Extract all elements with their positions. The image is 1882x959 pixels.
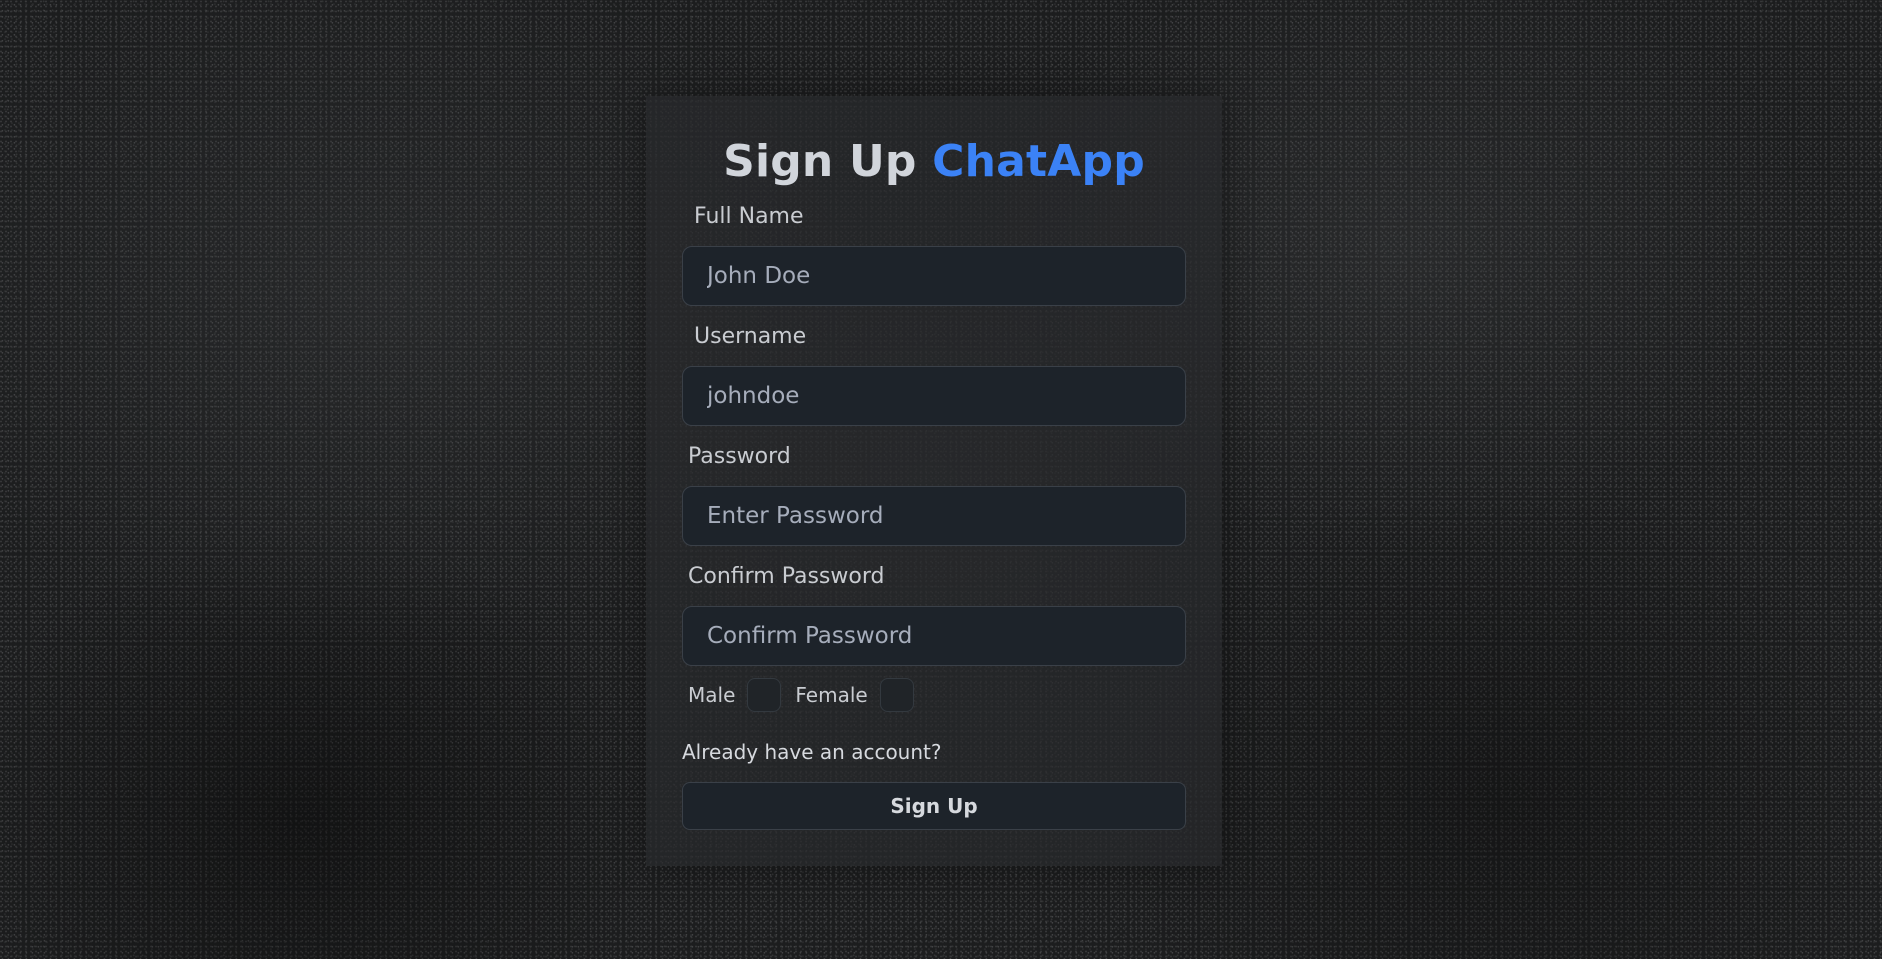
male-label: Male [688,683,736,707]
male-checkbox[interactable] [747,678,782,712]
female-label: Female [795,683,868,707]
confirm-password-label: Confirm Password [688,564,885,589]
signup-card: Sign Up ChatApp Full Name Username Passw… [646,96,1222,866]
brand-name: ChatApp [932,136,1145,187]
password-input[interactable] [682,486,1186,546]
full-name-input[interactable] [682,246,1186,306]
page-title: Sign Up ChatApp [646,136,1222,187]
signup-button[interactable]: Sign Up [682,782,1186,830]
confirm-password-input[interactable] [682,606,1186,666]
username-label: Username [694,324,807,349]
gender-selector: Male Female [688,678,914,712]
password-label: Password [688,444,791,469]
username-input[interactable] [682,366,1186,426]
title-prefix: Sign Up [723,136,917,187]
female-checkbox[interactable] [879,678,914,712]
gender-option-female[interactable]: Female [795,678,914,712]
login-link[interactable]: Already have an account? [682,740,941,764]
full-name-label: Full Name [694,204,804,229]
gender-option-male[interactable]: Male [688,678,782,712]
